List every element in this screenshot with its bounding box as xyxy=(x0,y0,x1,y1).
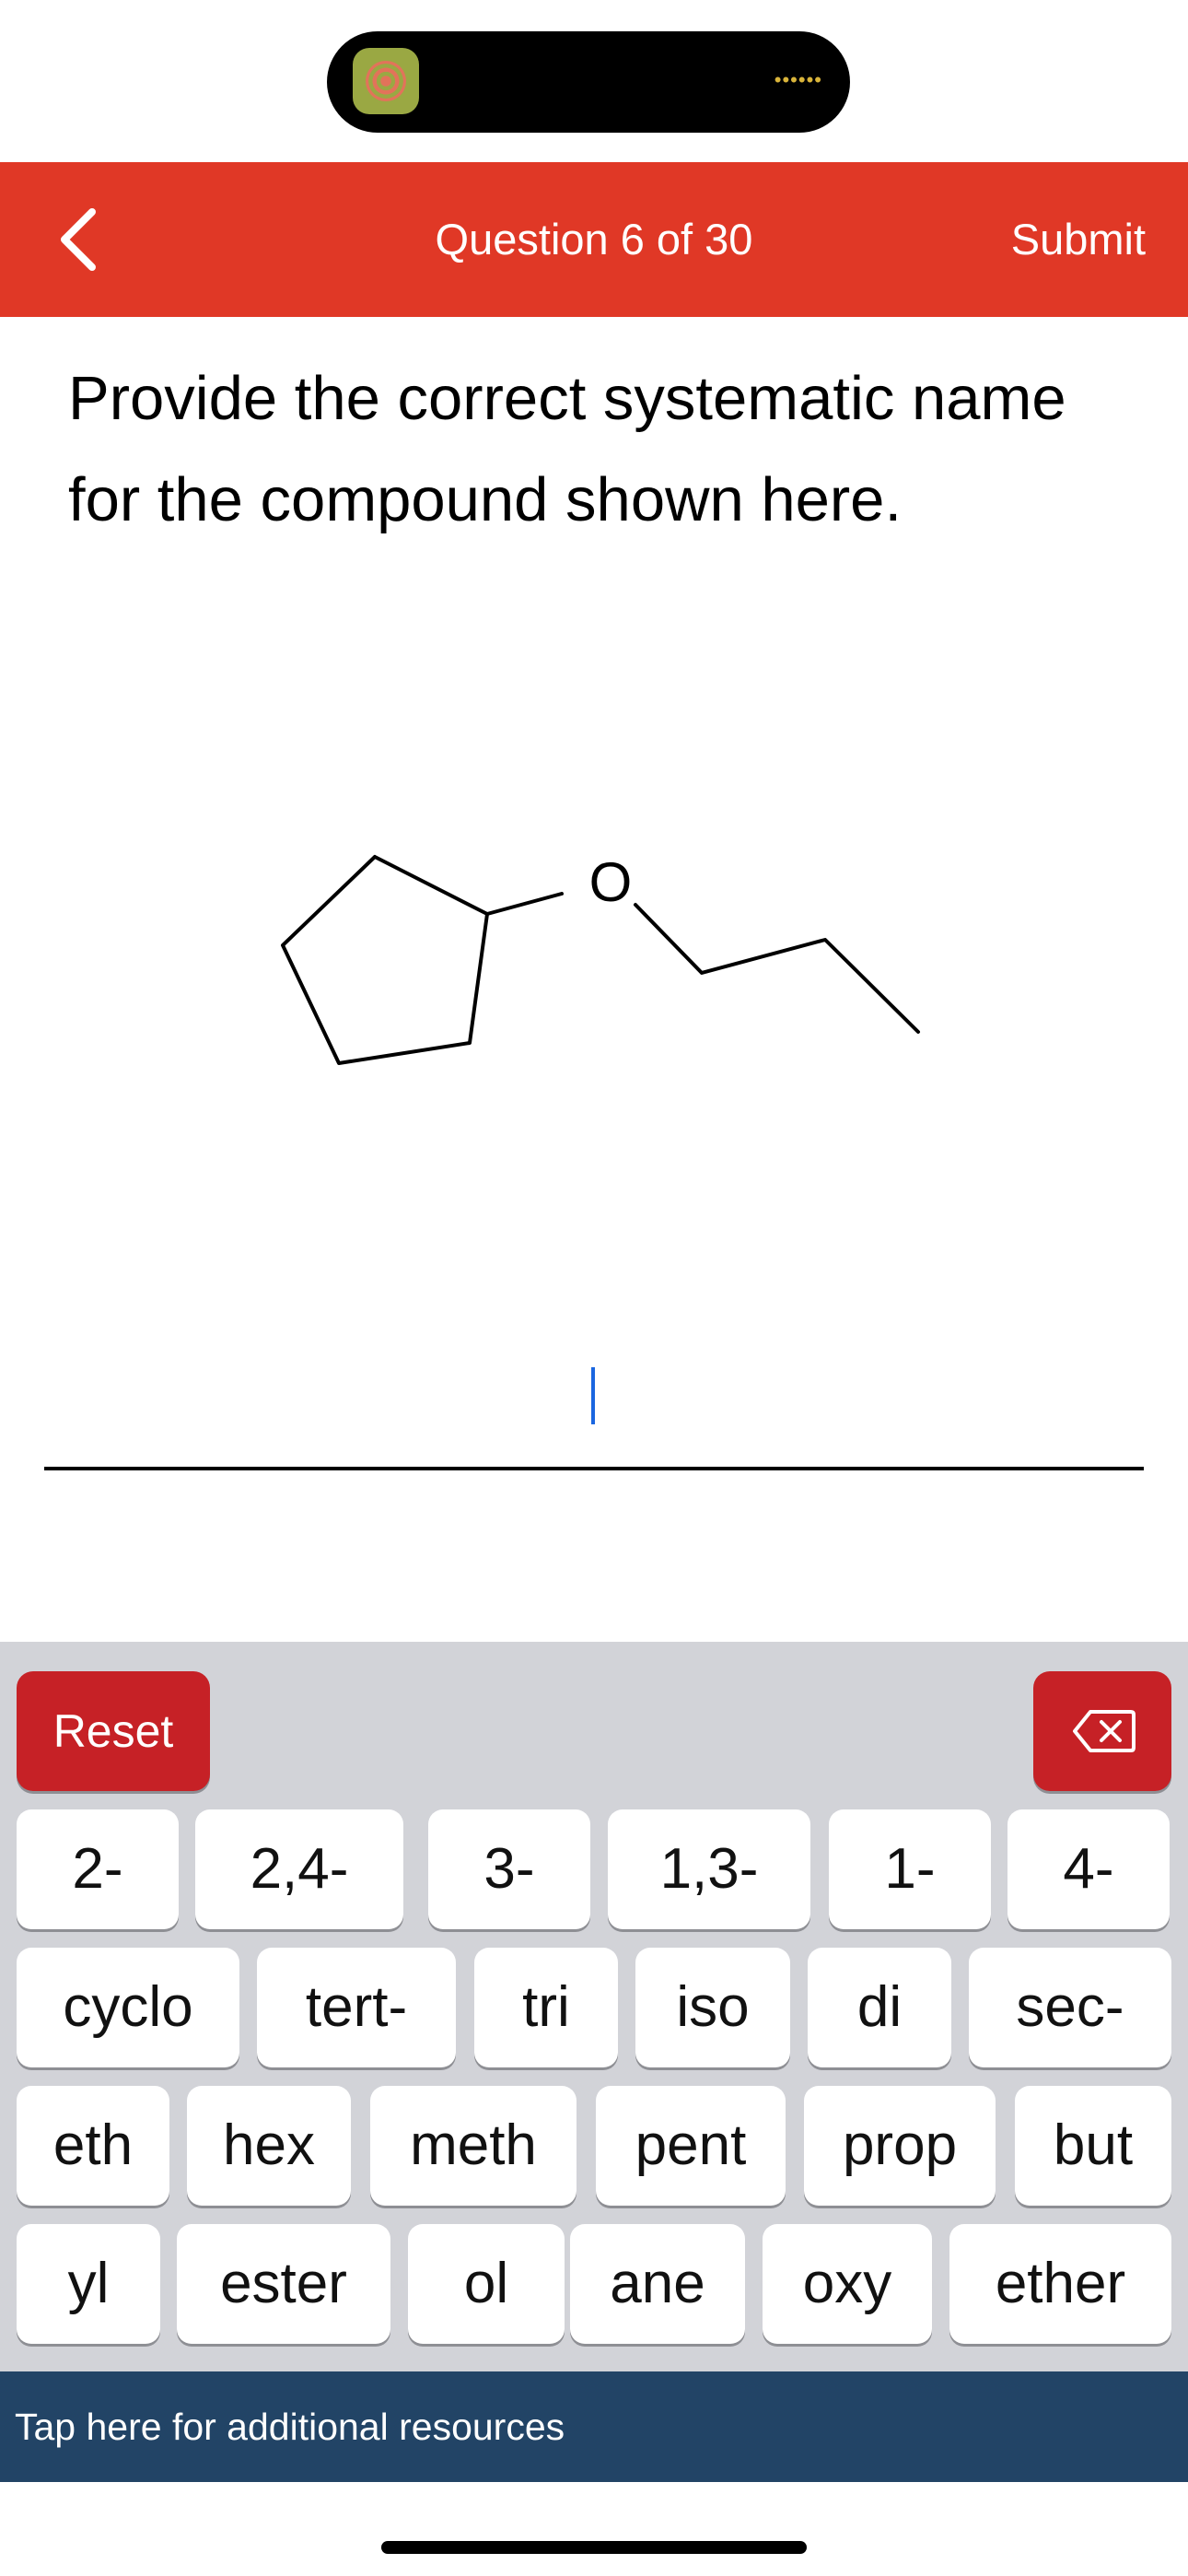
key-tri[interactable]: tri xyxy=(474,1948,618,2067)
dynamic-island: •••••• xyxy=(327,31,850,133)
key-2-4[interactable]: 2,4- xyxy=(195,1809,403,1929)
key-eth[interactable]: eth xyxy=(17,2086,169,2206)
additional-resources-bar[interactable]: Tap here for additional resources xyxy=(0,2371,1188,2482)
submit-button[interactable]: Submit xyxy=(1011,162,1146,317)
name-builder-keyboard: Reset 2- 2,4- 3- 1,3- 1- 4- cyclo tert-tri iso di… xyxy=(0,1642,1188,2371)
key-ane[interactable]: ane xyxy=(570,2224,745,2344)
question-counter: Question 6 of 30 xyxy=(435,215,753,263)
additional-resources-label: Tap here for additional resources xyxy=(15,2406,565,2448)
chevron-left-icon xyxy=(61,208,96,271)
cyclopentyl-ring xyxy=(281,855,489,1065)
key-ester[interactable]: ester xyxy=(177,2224,390,2344)
key-ether[interactable]: ether xyxy=(949,2224,1171,2344)
header-bar: Question 6 of 30 Submit xyxy=(0,162,1188,317)
delete-button[interactable] xyxy=(1033,1671,1171,1791)
key-prop[interactable]: prop xyxy=(804,2086,996,2206)
key-oxy[interactable]: oxy xyxy=(763,2224,932,2344)
ether-chain xyxy=(485,892,920,1034)
app-activity-icon xyxy=(353,48,419,114)
key-1-3[interactable]: 1,3- xyxy=(608,1809,810,1929)
key-cyclo[interactable]: cyclo xyxy=(17,1948,239,2067)
key-yl[interactable]: yl xyxy=(17,2224,160,2344)
propyl-chain xyxy=(634,903,920,1034)
key-meth[interactable]: meth xyxy=(370,2086,577,2206)
key-sec[interactable]: sec- xyxy=(969,1948,1171,2067)
key-iso[interactable]: iso xyxy=(635,1948,790,2067)
key-di[interactable]: di xyxy=(808,1948,951,2067)
reset-button[interactable]: Reset xyxy=(17,1671,210,1791)
oxygen-atom-label: O xyxy=(589,851,633,913)
back-button[interactable] xyxy=(48,203,122,276)
activity-dots-icon: •••••• xyxy=(774,68,822,91)
key-4[interactable]: 4- xyxy=(1007,1809,1170,1929)
cyclopentane-ring xyxy=(281,855,489,1065)
home-indicator[interactable] xyxy=(381,2541,807,2554)
key-but[interactable]: but xyxy=(1015,2086,1171,2206)
key-hex[interactable]: hex xyxy=(187,2086,351,2206)
bond-ring-oxygen xyxy=(485,892,564,916)
answer-input-underline[interactable] xyxy=(44,1467,1144,1470)
key-1[interactable]: 1- xyxy=(829,1809,991,1929)
key-pent[interactable]: pent xyxy=(596,2086,786,2206)
backspace-icon xyxy=(1073,1710,1136,1752)
key-ol[interactable]: ol xyxy=(408,2224,565,2344)
key-3[interactable]: 3- xyxy=(428,1809,590,1929)
key-tert[interactable]: tert- xyxy=(257,1948,456,2067)
question-text: Provide the correct systematic name for … xyxy=(68,364,1066,534)
text-cursor xyxy=(591,1367,595,1424)
molecule-structure: O xyxy=(281,851,920,1065)
key-2[interactable]: 2- xyxy=(17,1809,179,1929)
